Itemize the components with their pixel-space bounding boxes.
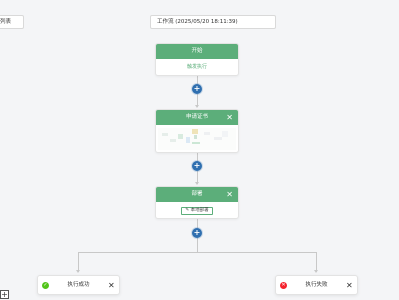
- connector-arrow: [195, 105, 199, 108]
- apply-cert-node-header: 申请证书 ✕: [156, 110, 238, 125]
- apply-cert-node-body: [156, 125, 238, 153]
- connector-arrow: [314, 270, 318, 273]
- start-node[interactable]: 开始 触发执行: [155, 43, 239, 76]
- deploy-provider-tag: ✎ 本地部署: [181, 207, 213, 215]
- apply-cert-preview: [158, 128, 236, 150]
- deploy-node-header: 部署 ✕: [156, 187, 238, 202]
- connector-arrow: [195, 182, 199, 185]
- start-node-status: 触发执行: [186, 64, 207, 70]
- close-icon[interactable]: ✕: [226, 187, 233, 202]
- start-node-header: 开始: [156, 44, 238, 59]
- add-node-button[interactable]: +: [192, 228, 202, 238]
- failure-branch-label: 执行失败: [305, 282, 328, 288]
- add-node-button[interactable]: +: [192, 84, 202, 94]
- close-icon[interactable]: ✕: [226, 110, 233, 125]
- apply-cert-node[interactable]: 申请证书 ✕: [155, 109, 239, 153]
- check-circle-icon: ✓: [42, 282, 49, 289]
- deploy-node-title: 部署: [191, 191, 203, 197]
- connector-line: [197, 237, 198, 252]
- success-branch-node[interactable]: ✓ 执行成功 ✕: [37, 275, 120, 295]
- apply-cert-node-title: 申请证书: [185, 114, 208, 120]
- connector-arrow: [76, 270, 80, 273]
- close-icon[interactable]: ✕: [346, 282, 353, 290]
- back-to-list-label: 列表: [0, 19, 12, 25]
- deploy-node-body: ✎ 本地部署: [156, 202, 238, 219]
- connector-line: [78, 252, 79, 272]
- workflow-title-field[interactable]: 工作流 (2025/05/20 18:11:39): [150, 15, 276, 29]
- deploy-node[interactable]: 部署 ✕ ✎ 本地部署: [155, 186, 239, 219]
- failure-branch-node[interactable]: ✕ 执行失败 ✕: [275, 275, 358, 295]
- branch-line: [78, 252, 317, 253]
- success-branch-label: 执行成功: [67, 282, 90, 288]
- pencil-icon: ✎: [185, 208, 190, 213]
- close-icon[interactable]: ✕: [108, 282, 115, 290]
- deploy-provider-label: 本地部署: [190, 208, 209, 213]
- start-node-title: 开始: [191, 48, 203, 54]
- connector-line: [316, 252, 317, 272]
- workflow-title: 工作流 (2025/05/20 18:11:39): [157, 19, 238, 25]
- back-to-list-button[interactable]: 列表: [0, 15, 24, 29]
- zoom-in-button[interactable]: +: [0, 290, 9, 299]
- connector-line: [197, 219, 198, 228]
- error-circle-icon: ✕: [280, 282, 287, 289]
- add-node-button[interactable]: +: [192, 161, 202, 171]
